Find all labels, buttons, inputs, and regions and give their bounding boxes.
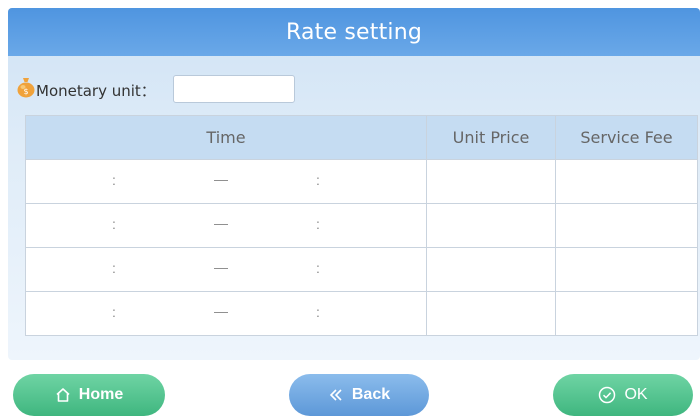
column-header-service-fee: Service Fee	[555, 115, 698, 160]
table-row: : — :	[25, 159, 698, 204]
table-row: : — :	[25, 203, 698, 248]
time-range-cell[interactable]: : — :	[25, 291, 427, 336]
start-time-separator: :	[112, 260, 116, 276]
table-row: : — :	[25, 247, 698, 292]
end-time-separator: :	[316, 260, 320, 276]
home-icon	[55, 387, 71, 403]
start-time-separator: :	[112, 304, 116, 320]
unit-price-cell[interactable]	[426, 291, 556, 336]
service-fee-cell[interactable]	[555, 159, 698, 204]
monetary-unit-input[interactable]	[173, 75, 295, 103]
ok-button-label: OK	[624, 386, 648, 403]
home-button-label: Home	[78, 386, 124, 403]
svg-text:$: $	[23, 87, 28, 96]
check-circle-icon	[598, 386, 616, 404]
page-title: Rate setting	[285, 19, 423, 45]
rate-table: Time Unit Price Service Fee : — : : — :	[25, 115, 698, 336]
time-range-dash: —	[214, 171, 228, 187]
back-button[interactable]: Back	[289, 374, 429, 416]
service-fee-cell[interactable]	[555, 203, 698, 248]
time-range-dash: —	[214, 259, 228, 275]
table-row: : — :	[25, 291, 698, 336]
time-range-dash: —	[214, 303, 228, 319]
service-fee-cell[interactable]	[555, 291, 698, 336]
time-range-cell[interactable]: : — :	[25, 203, 427, 248]
start-time-separator: :	[112, 172, 116, 188]
double-chevron-left-icon	[328, 387, 344, 403]
title-bar: Rate setting	[8, 8, 700, 56]
column-header-unit-price: Unit Price	[426, 115, 556, 160]
time-range-cell[interactable]: : — :	[25, 159, 427, 204]
end-time-separator: :	[316, 172, 320, 188]
monetary-unit-label: Monetary unit：	[36, 82, 156, 100]
time-range-cell[interactable]: : — :	[25, 247, 427, 292]
start-time-separator: :	[112, 216, 116, 232]
ok-button[interactable]: OK	[553, 374, 693, 416]
end-time-separator: :	[316, 304, 320, 320]
unit-price-cell[interactable]	[426, 203, 556, 248]
unit-price-cell[interactable]	[426, 159, 556, 204]
service-fee-cell[interactable]	[555, 247, 698, 292]
column-header-time: Time	[25, 115, 427, 160]
home-button[interactable]: Home	[13, 374, 165, 416]
table-header-row: Time Unit Price Service Fee	[25, 115, 698, 160]
money-bag-icon: $	[17, 78, 35, 98]
end-time-separator: :	[316, 216, 320, 232]
time-range-dash: —	[214, 215, 228, 231]
back-button-label: Back	[351, 386, 391, 403]
unit-price-cell[interactable]	[426, 247, 556, 292]
